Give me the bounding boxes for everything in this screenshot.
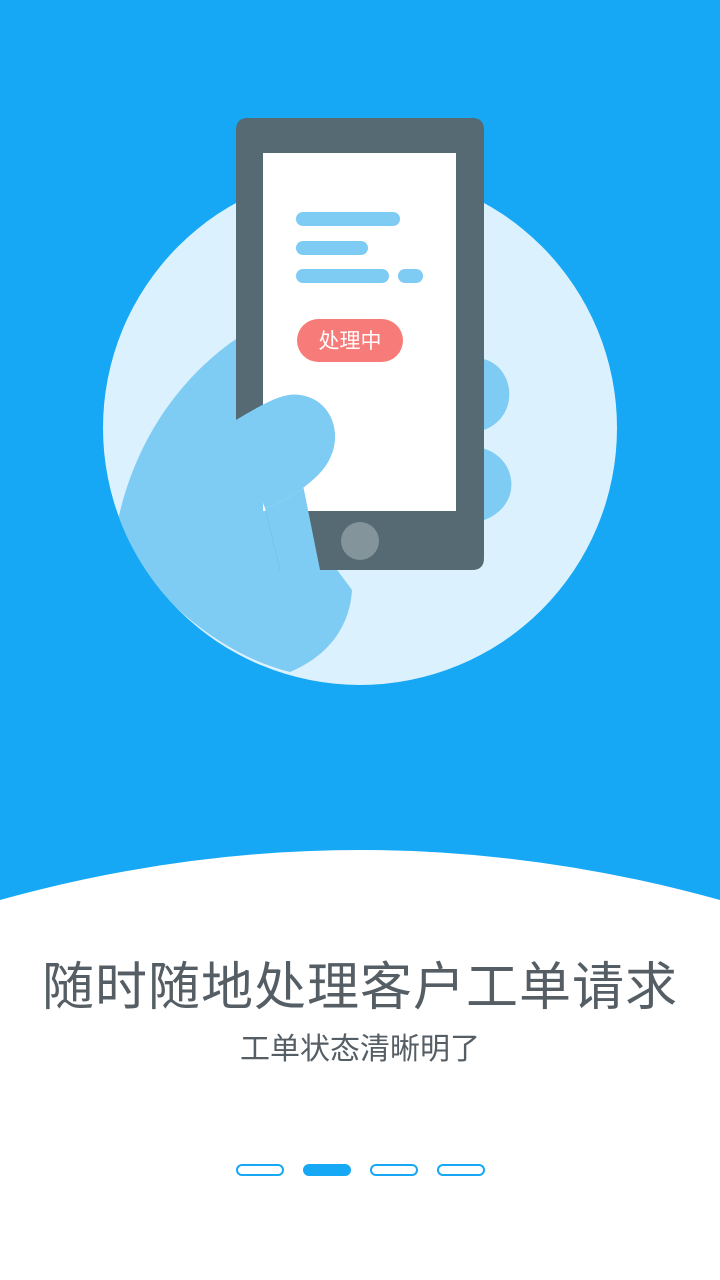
status-badge-label: 处理中 [319,329,382,353]
phone-home-button [341,522,379,560]
page-indicator-dot[interactable] [369,1164,418,1176]
screen-text-line [296,212,400,226]
page-indicator-dot[interactable] [235,1164,284,1176]
screen-text-line [296,269,389,283]
page-indicator-dot-active[interactable] [302,1164,351,1176]
page-indicator-dot[interactable] [436,1164,485,1176]
screen-text-line [296,241,368,255]
page-indicator [0,1164,720,1178]
screen-text-line [398,269,423,283]
onboarding-screen: 处理中 随时随地处理客户工单请求 工单状态清晰明了 [0,0,720,1280]
onboarding-title: 随时随地处理客户工单请求 [41,958,678,1018]
hero-illustration: 处理中 [0,0,720,900]
onboarding-subtitle: 工单状态清晰明了 [240,1032,480,1067]
